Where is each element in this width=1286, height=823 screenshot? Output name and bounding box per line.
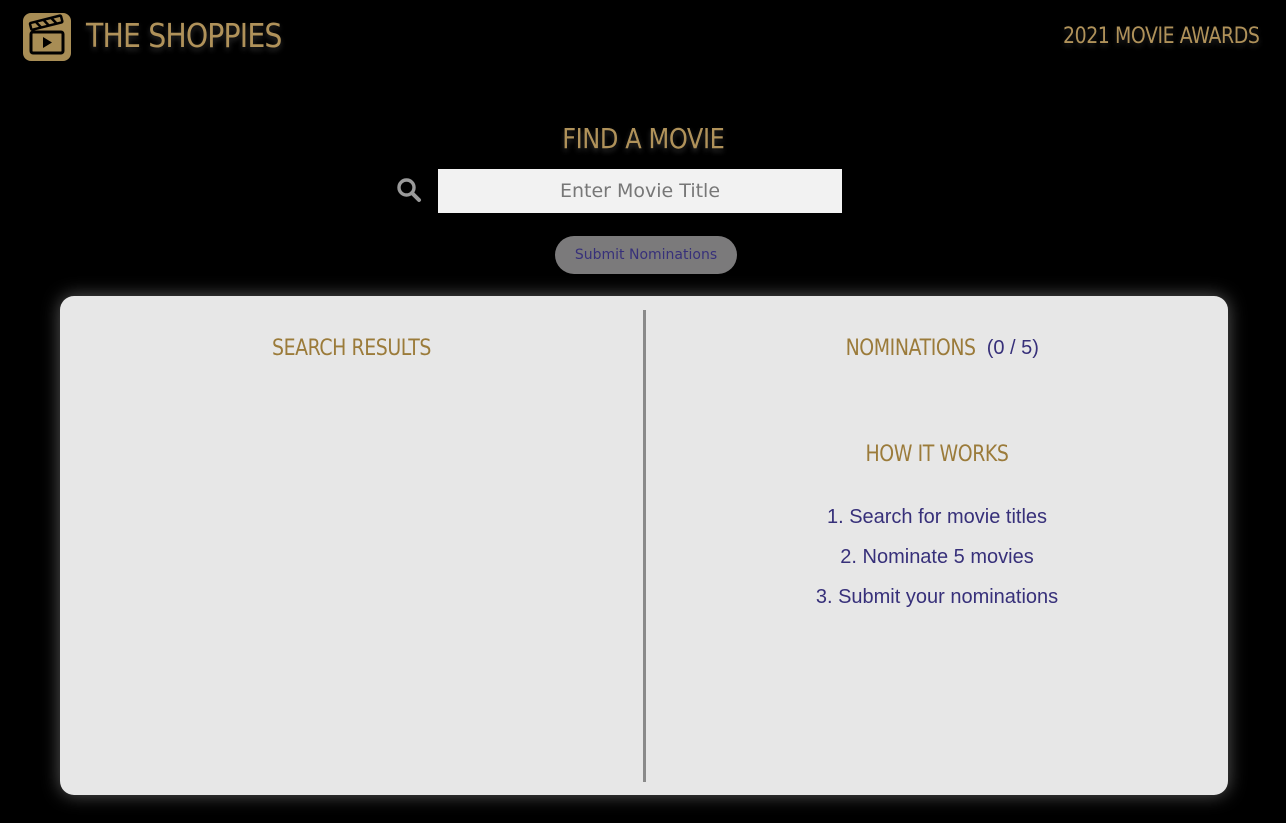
- find-movie-heading: FIND A MOVIE: [0, 122, 1286, 155]
- search-icon: [396, 177, 422, 203]
- nominations-count: (0 / 5): [986, 337, 1039, 359]
- step-item: 1. Search for movie titles: [826, 506, 1048, 528]
- find-movie-heading-text: FIND A MOVIE: [561, 122, 725, 155]
- clapperboard-icon[interactable]: [23, 13, 71, 61]
- nominations-title: NOMINATIONS: [845, 336, 976, 361]
- header: THE SHOPPIES 2021 MOVIE AWARDS: [0, 0, 1286, 80]
- search-results-title: SEARCH RESULTS: [271, 336, 431, 361]
- awards-label: 2021 MOVIE AWARDS: [1062, 24, 1260, 49]
- step-item: 3. Submit your nominations: [815, 586, 1059, 608]
- step-item: 2. Nominate 5 movies: [840, 546, 1034, 568]
- nominations-header: NOMINATIONS (0 / 5): [646, 336, 1228, 361]
- how-it-works-steps: 1. Search for movie titles 2. Nominate 5…: [646, 503, 1228, 623]
- movie-search-input[interactable]: [438, 169, 842, 213]
- main-panel: SEARCH RESULTS NOMINATIONS (0 / 5) HOW I…: [60, 296, 1228, 795]
- how-it-works-title: HOW IT WORKS: [865, 442, 1009, 467]
- brand-title[interactable]: THE SHOPPIES: [86, 16, 282, 55]
- submit-nominations-button[interactable]: Submit Nominations: [555, 236, 737, 274]
